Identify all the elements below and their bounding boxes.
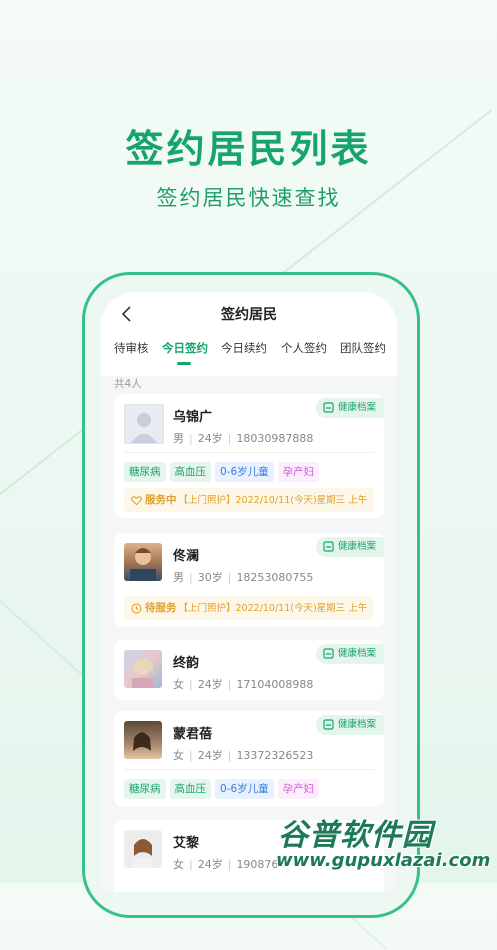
health-record-button[interactable]: 健康档案 xyxy=(315,715,384,735)
resident-info: 女 | 24岁 | 17104008988 xyxy=(173,678,314,691)
active-tab-indicator xyxy=(177,362,191,365)
service-time: 2022/10/11(今天)星期三 上午 xyxy=(235,495,368,506)
health-record-button[interactable]: 健康档案 xyxy=(315,644,384,664)
avatar-placeholder xyxy=(124,404,164,444)
resident-phone: 18253080755 xyxy=(236,571,314,584)
resident-name: 艾黎 xyxy=(173,836,200,851)
resident-age: 24岁 xyxy=(197,749,223,762)
resident-gender: 男 xyxy=(173,432,184,445)
tag-maternal: 孕产妇 xyxy=(277,462,320,482)
tab-personal-signed[interactable]: 个人签约 xyxy=(281,340,327,356)
tag-hypertension: 高血压 xyxy=(169,779,211,799)
resident-phone: 13372326523 xyxy=(236,749,314,762)
clock-icon xyxy=(131,603,142,614)
resident-age: 30岁 xyxy=(197,571,223,584)
service-type: 【上门照护】 xyxy=(178,603,236,614)
resident-gender: 女 xyxy=(173,678,184,691)
resident-info: 女 | 24岁 | 13372326523 xyxy=(173,749,314,762)
tag-child: 0-6岁儿童 xyxy=(215,462,274,482)
divider xyxy=(124,452,374,453)
default-user-icon xyxy=(131,413,157,443)
page-title: 签约居民 xyxy=(221,307,277,323)
top-bar: 签约居民 待审核 今日签约 今日续约 个人签约 团队签约 xyxy=(101,292,397,376)
resident-gender: 男 xyxy=(173,571,184,584)
resident-phone: 18030987888 xyxy=(236,432,314,445)
result-count: 共4人 xyxy=(114,378,142,390)
resident-name: 蒙君蓓 xyxy=(173,727,213,742)
hero-title: 签约居民列表 xyxy=(125,127,372,171)
avatar-photo xyxy=(132,658,154,688)
heart-icon xyxy=(131,496,142,506)
resident-age: 24岁 xyxy=(197,678,223,691)
service-type: 【上门照护】 xyxy=(178,495,236,506)
resident-info: 男 | 30岁 | 18253080755 xyxy=(173,571,314,584)
resident-phone: 17104008988 xyxy=(236,678,314,691)
app-screen: 签约居民 待审核 今日签约 今日续约 个人签约 团队签约 共4人 健康档案 乌锦… xyxy=(101,292,397,892)
avatar xyxy=(124,650,162,688)
tag-list: 糖尿病 高血压 0-6岁儿童 孕产妇 xyxy=(124,777,323,799)
service-status: 待服务 【上门照护】2022/10/11(今天)星期三 上午 xyxy=(124,596,374,620)
service-status: 服务中 【上门照护】2022/10/11(今天)星期三 上午 xyxy=(124,488,374,512)
service-time: 2022/10/11(今天)星期三 上午 xyxy=(235,603,368,614)
hero-subtitle: 签约居民快速查找 xyxy=(156,186,341,210)
tab-pending-review[interactable]: 待审核 xyxy=(114,340,149,356)
resident-name: 乌锦广 xyxy=(173,410,213,425)
tab-bar: 待审核 今日签约 今日续约 个人签约 团队签约 xyxy=(101,340,397,368)
watermark-url: www.gupuxlazai.com xyxy=(276,850,491,871)
health-record-button[interactable]: 健康档案 xyxy=(315,398,384,418)
avatar xyxy=(124,543,162,581)
tag-diabetes: 糖尿病 xyxy=(124,779,166,799)
service-status-label: 服务中 xyxy=(145,494,177,506)
watermark: 谷普软件园 www.gupuxlazai.com xyxy=(270,810,497,883)
avatar xyxy=(124,721,162,759)
resident-info: 女 | 24岁 | 190876 xyxy=(173,858,279,871)
health-record-label: 健康档案 xyxy=(337,402,376,413)
avatar-photo xyxy=(130,548,156,581)
resident-name: 终韵 xyxy=(173,656,200,671)
record-icon xyxy=(323,541,334,552)
avatar xyxy=(124,830,162,868)
health-record-label: 健康档案 xyxy=(337,541,376,552)
resident-info: 男 | 24岁 | 18030987888 xyxy=(173,432,314,445)
tag-diabetes: 糖尿病 xyxy=(124,462,166,482)
resident-card[interactable]: 健康档案 乌锦广 男 | 24岁 | 18030987888 糖尿病 高血压 0-6岁儿童孕… xyxy=(114,394,384,518)
tag-maternal: 孕产妇 xyxy=(277,779,320,799)
divider xyxy=(124,769,374,770)
record-icon xyxy=(323,719,334,730)
tag-child: 0-6岁儿童 xyxy=(215,779,274,799)
health-record-label: 健康档案 xyxy=(337,719,376,730)
tab-team-signed[interactable]: 团队签约 xyxy=(340,340,386,356)
resident-card[interactable]: 健康档案 佟澜 男 | 30岁 | 18253080755 待服务 【上门照护】2022/… xyxy=(114,533,384,627)
resident-card[interactable]: 健康档案 蒙君蓓 女 | 24岁 | 13372326523 糖尿病 高血压 0-6岁儿童孕… xyxy=(114,711,384,807)
resident-age: 24岁 xyxy=(197,858,223,871)
record-icon xyxy=(323,402,334,413)
resident-gender: 女 xyxy=(173,749,184,762)
tab-today-renewed[interactable]: 今日续约 xyxy=(221,340,267,356)
service-status-label: 待服务 xyxy=(145,602,177,614)
resident-name: 佟澜 xyxy=(173,549,200,564)
tag-hypertension: 高血压 xyxy=(169,462,211,482)
avatar-photo xyxy=(133,839,153,868)
health-record-label: 健康档案 xyxy=(337,648,376,659)
watermark-name: 谷普软件园 xyxy=(278,818,433,853)
health-record-button[interactable]: 健康档案 xyxy=(315,537,384,557)
tab-today-signed[interactable]: 今日签约 xyxy=(162,340,208,356)
resident-card[interactable]: 健康档案 终韵 女 | 24岁 | 17104008988 xyxy=(114,640,384,700)
record-icon xyxy=(323,648,334,659)
resident-gender: 女 xyxy=(173,858,184,871)
avatar-photo xyxy=(133,732,151,751)
resident-age: 24岁 xyxy=(197,432,223,445)
tag-list: 糖尿病 高血压 0-6岁儿童 孕产妇 xyxy=(124,460,323,482)
